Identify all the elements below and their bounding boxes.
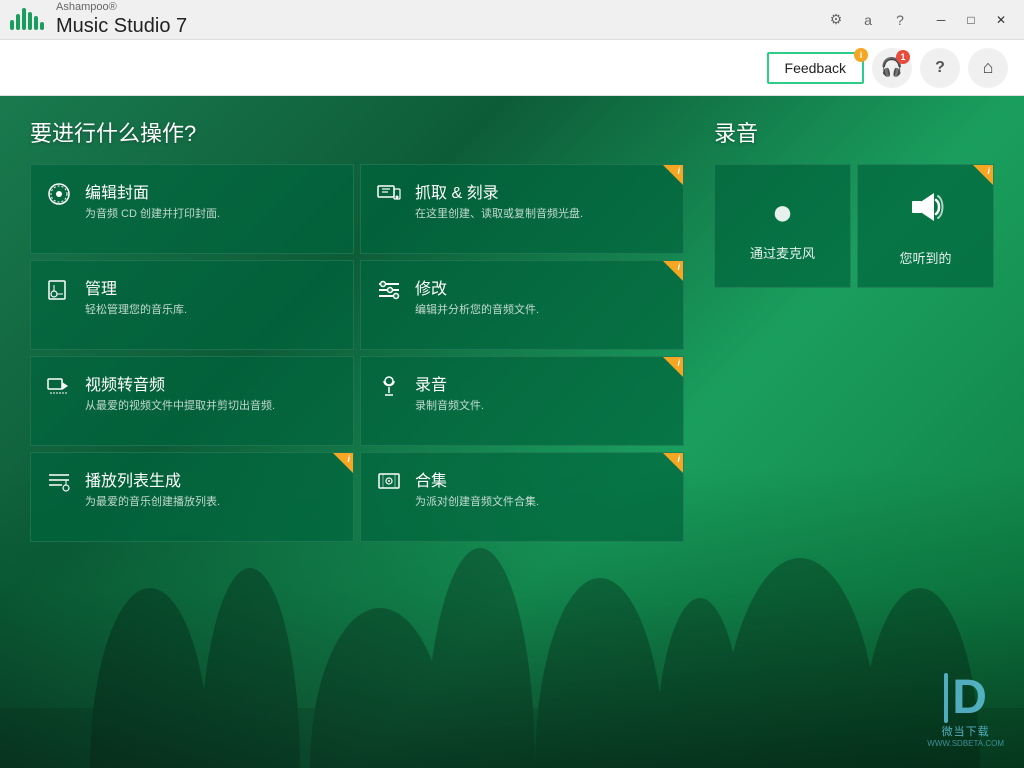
grid-item-title-video-to-audio: 视频转音频	[85, 371, 275, 395]
grid-item-icon-edit-cover	[45, 181, 73, 214]
grid-item-icon-manage	[45, 277, 73, 310]
recording-label-microphone: 通过麦克风	[750, 243, 815, 262]
font-icon-btn[interactable]: a	[854, 6, 882, 34]
grid-item-modify[interactable]: 修改 编辑并分析您的音频文件.	[360, 260, 684, 350]
headphone-button[interactable]: 🎧 1	[872, 48, 912, 88]
grid-item-title-edit-cover: 编辑封面	[85, 179, 220, 203]
notification-badge: 1	[896, 50, 910, 64]
info-badge	[663, 357, 683, 377]
grid-item-icon-record	[375, 373, 403, 406]
help-nav-button[interactable]: ?	[920, 48, 960, 88]
titlebar-left: Ashampoo® Music Studio 7	[8, 1, 187, 38]
grid-item-playlist[interactable]: 播放列表生成 为最爱的音乐创建播放列表.	[30, 452, 354, 542]
grid-item-manage[interactable]: 管理 轻松管理您的音乐库.	[30, 260, 354, 350]
recording-label-listen: 您听到的	[899, 248, 951, 267]
grid-item-edit-cover[interactable]: 编辑封面 为音频 CD 创建并打印封面.	[30, 164, 354, 254]
grid-item-title-rip-burn: 抓取 & 刻录	[415, 179, 583, 203]
info-badge	[663, 261, 683, 281]
maximize-button[interactable]: □	[956, 6, 986, 34]
grid-item-desc-playlist: 为最爱的音乐创建播放列表.	[85, 495, 220, 510]
grid-item-text-record: 录音 录制音频文件.	[415, 371, 484, 414]
watermark: D 微当下载 WWW.SDBETA.COM	[927, 673, 1004, 748]
grid-item-icon-video-to-audio	[45, 373, 73, 406]
close-button[interactable]: ✕	[986, 6, 1016, 34]
info-badge	[973, 165, 993, 185]
grid-item-desc-video-to-audio: 从最爱的视频文件中提取并剪切出音频.	[85, 399, 275, 414]
recording-icon-listen	[904, 185, 948, 238]
grid-item-desc-modify: 编辑并分析您的音频文件.	[415, 303, 539, 318]
recording-grid: ● 通过麦克风 您听到的	[714, 164, 994, 288]
settings-icon-btn[interactable]: ⚙	[822, 6, 850, 34]
grid-item-text-modify: 修改 编辑并分析您的音频文件.	[415, 275, 539, 318]
grid-item-text-rip-burn: 抓取 & 刻录 在这里创建、读取或复制音频光盘.	[415, 179, 583, 222]
grid-item-record[interactable]: 录音 录制音频文件.	[360, 356, 684, 446]
grid-item-icon-rip-burn	[375, 181, 403, 214]
grid-item-icon-modify	[375, 277, 403, 310]
feedback-button[interactable]: Feedback i	[767, 52, 864, 84]
info-badge	[333, 453, 353, 473]
grid-item-title-modify: 修改	[415, 275, 539, 299]
grid-item-text-edit-cover: 编辑封面 为音频 CD 创建并打印封面.	[85, 179, 220, 222]
right-section: 录音 ● 通过麦克风 您听到的	[714, 116, 994, 748]
grid-item-video-to-audio[interactable]: 视频转音频 从最爱的视频文件中提取并剪切出音频.	[30, 356, 354, 446]
info-badge	[663, 453, 683, 473]
app-logo	[8, 2, 48, 38]
brand-name: Ashampoo®	[56, 1, 187, 14]
grid-item-desc-edit-cover: 为音频 CD 创建并打印封面.	[85, 207, 220, 222]
logo-svg	[8, 2, 48, 38]
content-area: 要进行什么操作? 编辑封面 为音频 CD 创建并打印封面. 抓取 & 刻录 在这…	[0, 96, 1024, 768]
toolbar: Feedback i 🎧 1 ? ⌂	[0, 40, 1024, 96]
window-controls: ─ □ ✕	[926, 6, 1016, 34]
grid-item-rip-burn[interactable]: 抓取 & 刻录 在这里创建、读取或复制音频光盘.	[360, 164, 684, 254]
feedback-label: Feedback	[785, 60, 846, 76]
grid-item-title-record: 录音	[415, 371, 484, 395]
grid-item-desc-rip-burn: 在这里创建、读取或复制音频光盘.	[415, 207, 583, 222]
grid-item-desc-record: 录制音频文件.	[415, 399, 484, 414]
grid-item-title-playlist: 播放列表生成	[85, 467, 220, 491]
grid-item-text-compilation: 合集 为派对创建音频文件合集.	[415, 467, 539, 510]
info-badge	[663, 165, 683, 185]
titlebar-right: ⚙ a ? ─ □ ✕	[822, 6, 1016, 34]
titlebar: Ashampoo® Music Studio 7 ⚙ a ? ─ □ ✕	[0, 0, 1024, 40]
app-name: Music Studio 7	[56, 15, 187, 37]
left-section: 要进行什么操作? 编辑封面 为音频 CD 创建并打印封面. 抓取 & 刻录 在这…	[30, 116, 684, 748]
recording-item-microphone[interactable]: ● 通过麦克风	[714, 164, 851, 288]
home-nav-button[interactable]: ⌂	[968, 48, 1008, 88]
recording-item-listen[interactable]: 您听到的	[857, 164, 994, 288]
grid-item-text-playlist: 播放列表生成 为最爱的音乐创建播放列表.	[85, 467, 220, 510]
grid-item-desc-compilation: 为派对创建音频文件合集.	[415, 495, 539, 510]
grid-item-desc-manage: 轻松管理您的音乐库.	[85, 303, 187, 318]
main-content: 要进行什么操作? 编辑封面 为音频 CD 创建并打印封面. 抓取 & 刻录 在这…	[0, 96, 1024, 768]
watermark-brand: 微当下载	[942, 723, 990, 739]
grid-item-icon-compilation	[375, 469, 403, 502]
grid-item-text-manage: 管理 轻松管理您的音乐库.	[85, 275, 187, 318]
right-section-title: 录音	[714, 116, 994, 148]
left-section-title: 要进行什么操作?	[30, 116, 684, 148]
grid-item-icon-playlist	[45, 469, 73, 502]
main-grid: 编辑封面 为音频 CD 创建并打印封面. 抓取 & 刻录 在这里创建、读取或复制…	[30, 164, 684, 542]
help-icon-btn[interactable]: ?	[886, 6, 914, 34]
recording-icon-microphone: ●	[772, 191, 794, 233]
watermark-logo: D	[952, 674, 987, 722]
minimize-button[interactable]: ─	[926, 6, 956, 34]
grid-item-title-compilation: 合集	[415, 467, 539, 491]
app-title-block: Ashampoo® Music Studio 7	[56, 1, 187, 38]
watermark-sub: WWW.SDBETA.COM	[927, 739, 1004, 748]
grid-item-title-manage: 管理	[85, 275, 187, 299]
grid-item-text-video-to-audio: 视频转音频 从最爱的视频文件中提取并剪切出音频.	[85, 371, 275, 414]
grid-item-compilation[interactable]: 合集 为派对创建音频文件合集.	[360, 452, 684, 542]
feedback-badge: i	[854, 48, 868, 62]
